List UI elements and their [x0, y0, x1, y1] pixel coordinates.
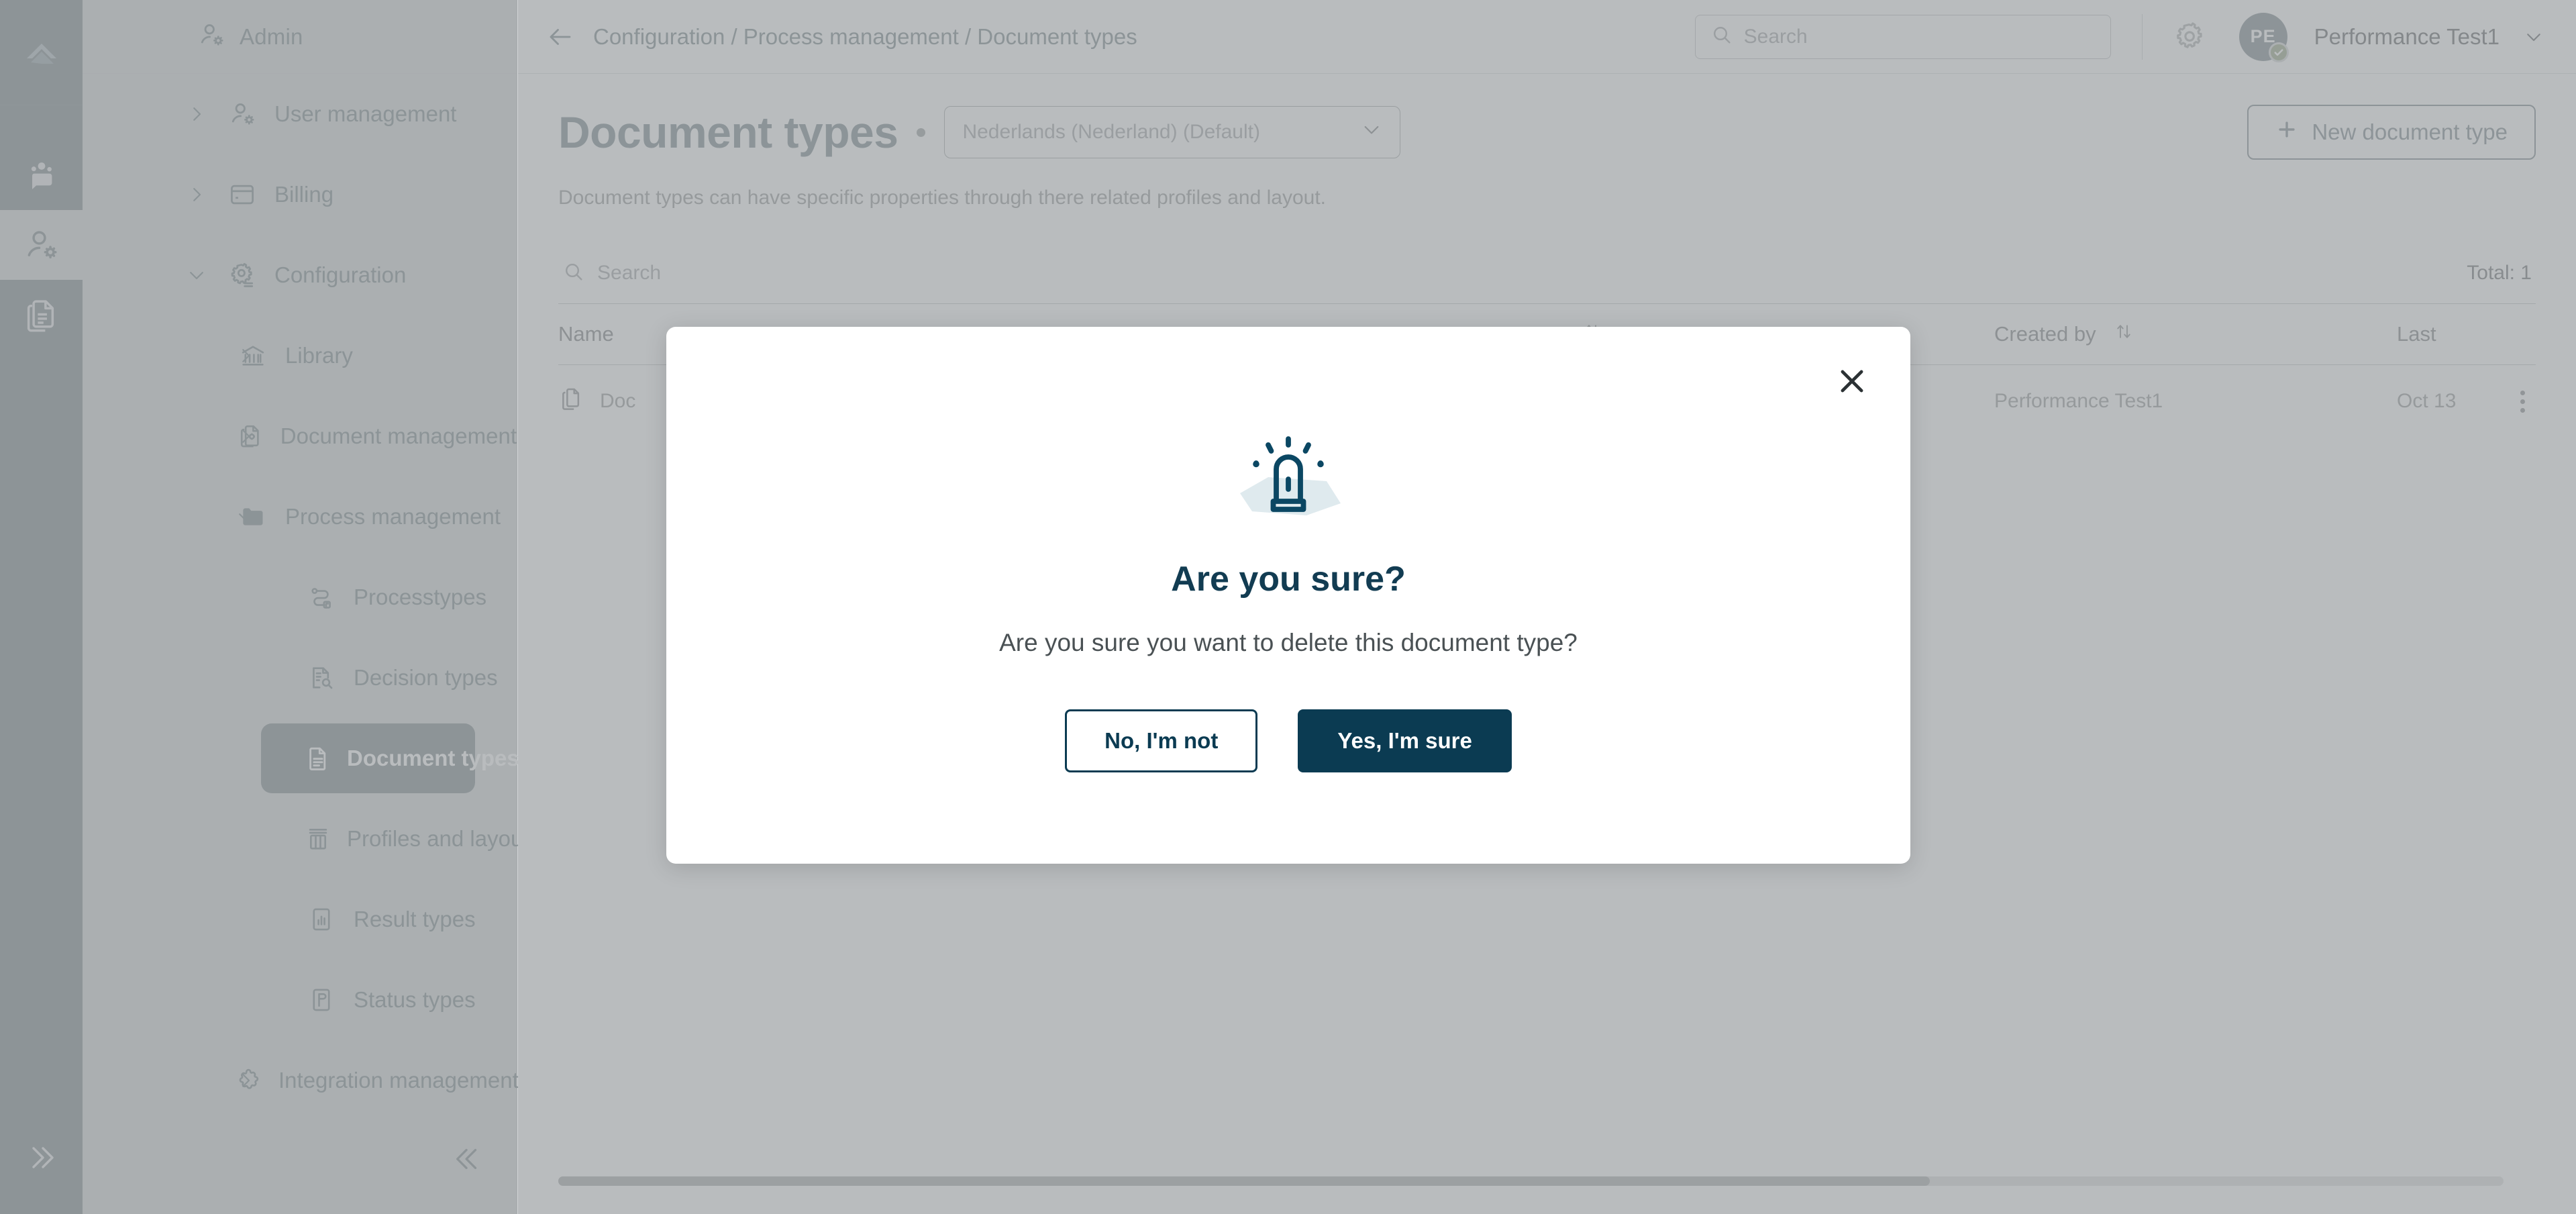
app-root: Admin User management Bi: [0, 0, 2576, 1214]
modal-message: Are you sure you want to delete this doc…: [999, 629, 1578, 657]
confirm-button[interactable]: Yes, I'm sure: [1298, 709, 1511, 772]
modal-title: Are you sure?: [1171, 559, 1406, 599]
cancel-button[interactable]: No, I'm not: [1065, 709, 1257, 772]
confirm-delete-modal: Are you sure? Are you sure you want to d…: [666, 327, 1910, 864]
close-icon[interactable]: [1831, 360, 1873, 402]
modal-actions: No, I'm not Yes, I'm sure: [1065, 709, 1512, 772]
alarm-siren-icon: [1208, 429, 1369, 529]
